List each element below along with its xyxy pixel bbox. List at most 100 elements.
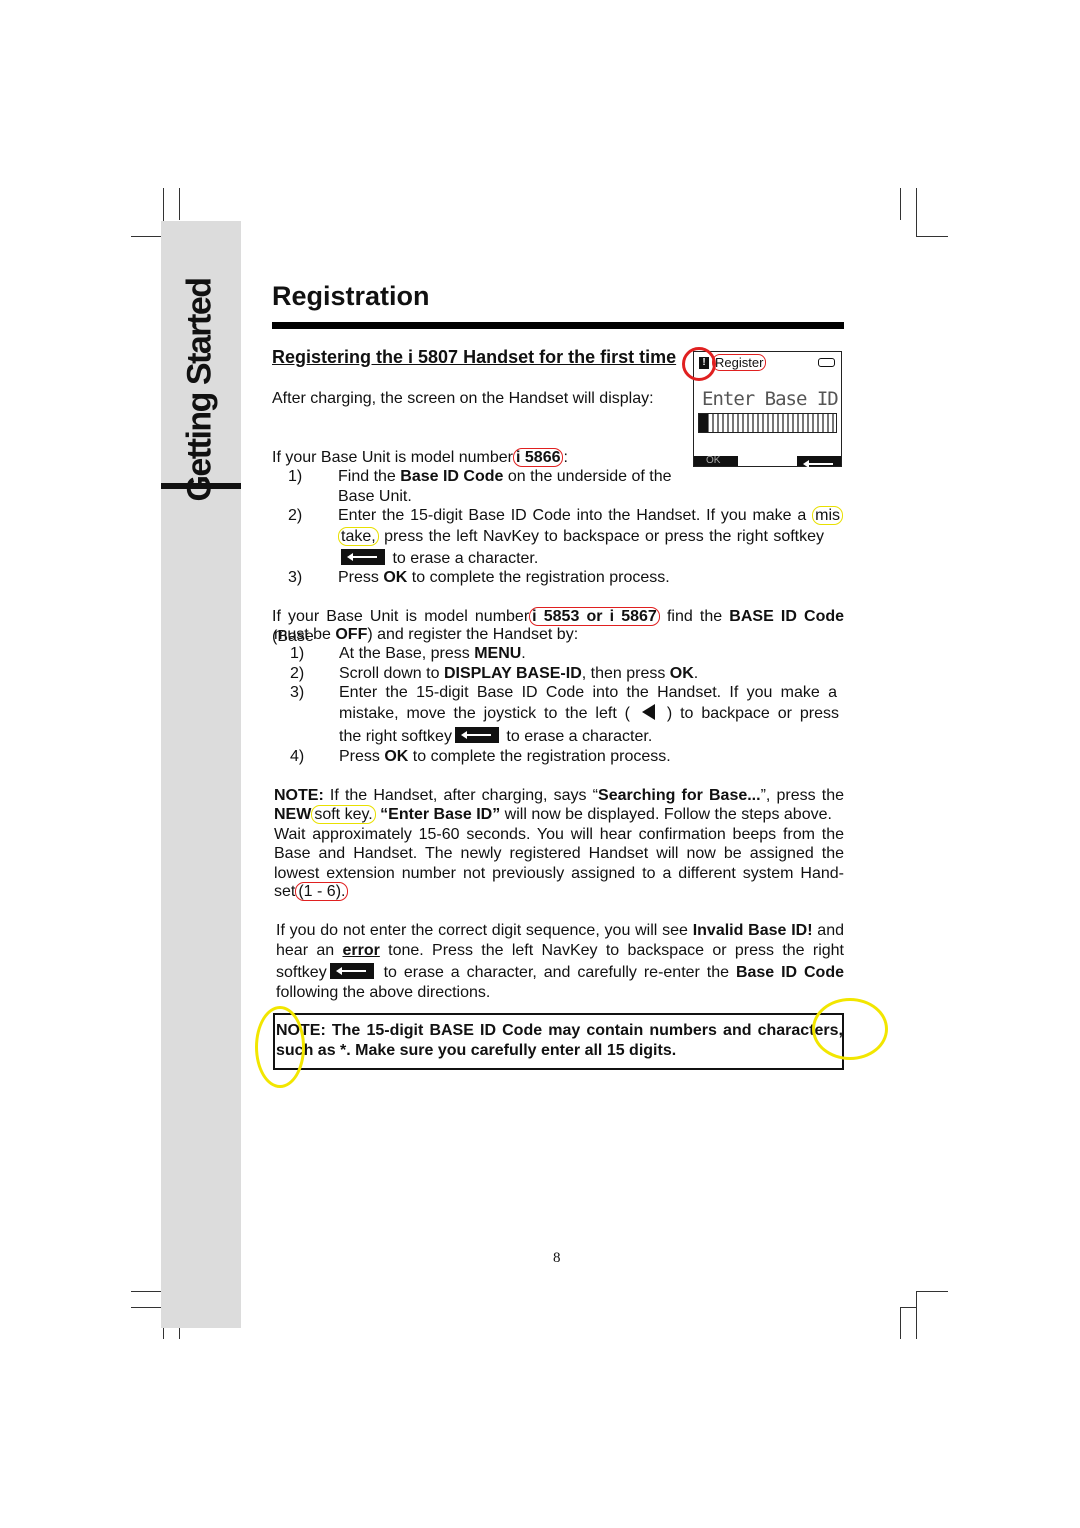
- text-run: , then press: [581, 665, 670, 682]
- text-line: Scroll down to DISPLAY BASE-ID, then pre…: [339, 664, 698, 684]
- text-line: Find the Base ID Code on the underside o…: [338, 467, 672, 487]
- text-line: Base and Handset. The newly registered H…: [274, 844, 844, 864]
- text-run: tone. Press the left NavKey to backspace…: [379, 942, 844, 959]
- text-run: .: [521, 645, 526, 662]
- backspace-arrow-icon: [797, 456, 841, 468]
- text-line: NEW soft key. “Enter Base ID” will now be…: [274, 805, 832, 825]
- side-tab-label: Getting Started: [180, 278, 219, 502]
- emphasis-run: NOTE:: [274, 787, 324, 804]
- emphasis-run: Invalid Base ID!: [692, 922, 813, 939]
- emphasis-run: mis: [812, 506, 843, 525]
- text-run: softkey: [276, 964, 327, 981]
- list-number: 3): [290, 684, 305, 701]
- text-line: If your Base Unit is model number i 5866:: [272, 448, 568, 468]
- text-run: At the Base, press: [339, 645, 475, 662]
- emphasis-run: MENU: [474, 645, 522, 662]
- list-number: 3): [288, 569, 303, 586]
- emphasis-run: OK: [384, 748, 409, 765]
- manual-page: Getting Started Registration Registering…: [0, 0, 1080, 1528]
- softkey-backspace-icon: [329, 963, 374, 979]
- text-run: to complete the registration process.: [408, 748, 671, 765]
- text-line: Base Unit.: [338, 487, 412, 507]
- list-number: 2): [290, 665, 305, 682]
- text-line: After charging, the screen on the Handse…: [272, 389, 654, 409]
- text-run: Base and Handset. The newly registered H…: [274, 845, 844, 862]
- text-run: on the underside of the: [503, 468, 672, 485]
- text-run: ) and register the Handset by:: [367, 626, 579, 643]
- text-line: If you do not enter the correct digit se…: [276, 921, 844, 941]
- text-line: mistake, move the joystick to the left (…: [339, 704, 839, 724]
- text-run: After charging, the screen on the Handse…: [272, 390, 654, 407]
- text-run: ) to backpace or press: [658, 705, 839, 722]
- text-run: Enter the 15-digit Base ID Code into the…: [339, 684, 837, 701]
- text-line: Press OK to complete the registration pr…: [339, 747, 671, 767]
- text-run: to erase a character.: [501, 728, 653, 745]
- emphasis-run: OK: [383, 569, 408, 586]
- screen-entry-field: [698, 413, 837, 433]
- text-run: set: [274, 883, 296, 900]
- text-run: Base Unit.: [338, 488, 412, 505]
- text-run: following the above directions.: [276, 984, 491, 1001]
- text-line: lowest extension number not previously a…: [274, 864, 844, 884]
- screen-prompt: Enter Base ID: [702, 388, 839, 410]
- text-line: Enter the 15-digit Base ID Code into the…: [339, 683, 837, 703]
- softkey-backspace-icon: [454, 727, 499, 743]
- text-run: If your Base Unit is model number: [272, 449, 513, 466]
- emphasis-run: i 5853 or i 5867: [529, 607, 660, 626]
- text-run: Enter the 15-digit Base ID Code into the…: [338, 507, 813, 524]
- text-run: to erase a character, and carefully re-e…: [376, 964, 736, 981]
- text-run: hear an: [276, 942, 343, 959]
- emphasis-run: “Enter Base ID”: [375, 806, 501, 823]
- text-run: find the: [659, 608, 730, 625]
- screen-softkey-ok: OK: [694, 456, 738, 466]
- text-run: Scroll down to: [339, 665, 444, 682]
- title-rule: [272, 322, 844, 329]
- emphasis-run: OK: [669, 665, 694, 682]
- text-line: Press OK to complete the registration pr…: [338, 568, 670, 588]
- text-run: will now be displayed. Follow the steps …: [500, 806, 832, 823]
- text-run: lowest extension number not previously a…: [274, 865, 844, 882]
- text-run: Press: [339, 748, 385, 765]
- text-run: .: [693, 665, 699, 682]
- section-heading: Registering the i 5807 Handset for the f…: [272, 347, 677, 367]
- emphasis-run: (1 - 6).: [295, 882, 349, 901]
- text-line: set (1 - 6).: [274, 882, 349, 902]
- text-line: take, press the left NavKey to backspace…: [338, 527, 824, 547]
- emphasis-run: i 5866: [513, 448, 564, 467]
- list-number: 4): [290, 748, 305, 765]
- emphasis-run: NEW: [274, 806, 312, 823]
- text-line: NOTE: If the Handset, after charging, sa…: [274, 786, 844, 806]
- emphasis-run: take,: [338, 527, 379, 546]
- list-number: 2): [288, 507, 303, 524]
- text-line: to erase a character.: [338, 549, 538, 569]
- text-run: Wait approximately 15-60 seconds. You wi…: [274, 826, 844, 843]
- emphasis-run: Base ID Code: [735, 964, 845, 981]
- yellow-annotation-circle: [255, 1006, 305, 1088]
- text-run: to erase a character.: [388, 550, 539, 567]
- text-run: If the Handset, after charging, says “: [323, 787, 599, 804]
- text-line: Enter the 15-digit Base ID Code into the…: [338, 506, 843, 526]
- screen-header: Register: [712, 354, 767, 371]
- text-run: Press: [338, 569, 384, 586]
- emphasis-run: OFF: [335, 626, 368, 643]
- text-run: If your Base Unit is model number: [272, 608, 530, 625]
- emphasis-run: DISPLAY BASE-ID: [443, 665, 582, 682]
- emphasis-run: error: [342, 942, 380, 959]
- red-annotation-circle: [682, 347, 716, 381]
- list-number: 1): [288, 468, 303, 485]
- text-run: press the left NavKey to backspace or pr…: [378, 528, 824, 545]
- text-run: Find the: [338, 468, 401, 485]
- text-line: must be OFF) and register the Handset by…: [274, 625, 578, 645]
- text-line: softkey to erase a character, and carefu…: [276, 963, 844, 983]
- yellow-annotation-circle: [812, 998, 888, 1060]
- battery-icon: [818, 358, 835, 367]
- page-title: Registration: [272, 281, 430, 311]
- note-box: [273, 1013, 844, 1070]
- emphasis-run: Base ID Code: [400, 468, 504, 485]
- text-line: the right softkey to erase a character.: [339, 727, 652, 747]
- text-run: must be: [274, 626, 336, 643]
- text-run: If you do not enter the correct digit se…: [276, 922, 693, 939]
- text-run: ”, press the: [760, 787, 845, 804]
- emphasis-run: Searching for Base...: [598, 787, 761, 804]
- text-line: At the Base, press MENU.: [339, 644, 526, 664]
